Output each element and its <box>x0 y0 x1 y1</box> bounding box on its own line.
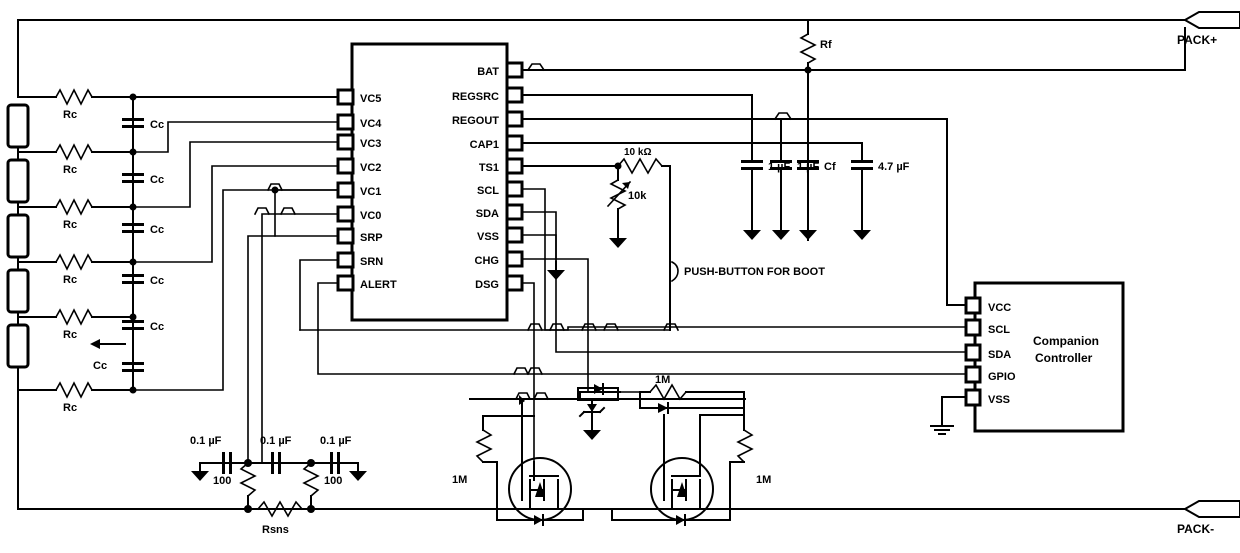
ic-pin-regout: REGOUT <box>452 115 499 127</box>
cc-label-0: Cc <box>150 119 164 131</box>
cc-label-3: Cc <box>150 275 164 287</box>
ic-pin-vc0: VC0 <box>360 210 381 222</box>
ic-pin-vc3: VC3 <box>360 138 381 150</box>
ic-pin-vss: VSS <box>477 231 499 243</box>
ic-pin-bat: BAT <box>477 66 499 78</box>
sense-filter-network: 0.1 µF 0.1 µF 0.1 µF 100 100 Rsns <box>190 435 368 536</box>
rc-label-0: Rc <box>63 109 77 121</box>
ic-vss-gnd <box>521 234 566 281</box>
cell-balance-network: Rc Rc Rc Rc Rc Rc Cc Cc Cc Cc Cc Cc <box>17 88 353 414</box>
gate-resistor-mid-label: 1M <box>655 374 670 386</box>
ic-pin-vc5: VC5 <box>360 93 381 105</box>
ic-pin-srp: SRP <box>360 232 383 244</box>
companion-pin-vss: VSS <box>988 394 1010 406</box>
cc-label-4: Cc <box>150 321 164 333</box>
ic-pin-dsg: DSG <box>475 279 499 291</box>
ic-pin-chg: CHG <box>475 255 499 267</box>
cc-cap-1: Cc <box>122 173 164 186</box>
rc-label-1: Rc <box>63 164 77 176</box>
companion-pin-sda: SDA <box>988 349 1011 361</box>
cc-cap-2: Cc <box>122 223 164 236</box>
schematic-canvas: PACK+ PACK- Rc Rc Rc Rc Rc Rc Cc Cc Cc C… <box>0 0 1240 553</box>
pack-plus-connector: PACK+ <box>1177 11 1240 47</box>
rc-label-2: Rc <box>63 219 77 231</box>
companion-pin-vcc: VCC <box>988 302 1011 314</box>
rc-label-3: Rc <box>63 274 77 286</box>
ic-pin-vc1: VC1 <box>360 186 381 198</box>
cap-regsrc: 1 µF <box>741 160 791 241</box>
cc-label-5: Cc <box>93 360 107 372</box>
cap-cap1: 4.7 µF <box>851 160 910 241</box>
cap-sense-label-0: 0.1 µF <box>190 435 222 447</box>
rf-label: Rf <box>820 39 832 51</box>
resistor-sense-0: 100 <box>213 461 257 513</box>
resistor-sense-label-1: 100 <box>324 475 342 487</box>
main-ic: VC5 VC4 VC3 VC2 VC1 VC0 SRP SRN ALERT BA… <box>336 42 524 322</box>
ic-pin-sda: SDA <box>476 208 499 220</box>
cap-sense-1: 0.1 µF <box>260 435 292 474</box>
resistor-sense-label-0: 100 <box>213 475 231 487</box>
companion-pin-scl: SCL <box>988 324 1010 336</box>
battery-cell-stack <box>6 103 30 391</box>
cap-cap1-label: 4.7 µF <box>878 161 910 173</box>
cc-cap-3: Cc <box>122 274 164 287</box>
ic-pin-vc2: VC2 <box>360 162 381 174</box>
pack-minus-connector: PACK- <box>1177 500 1240 536</box>
cap-sense-label-1: 0.1 µF <box>260 435 292 447</box>
pack-plus-rail <box>17 19 1186 98</box>
ic-pin-srn: SRN <box>360 256 383 268</box>
companion-name-line1: Companion <box>1033 334 1099 348</box>
rsns: Rsns <box>256 500 304 536</box>
ic-pin-alert: ALERT <box>360 279 397 291</box>
rc-label-4: Rc <box>63 329 77 341</box>
ic-pin-cap1: CAP1 <box>470 139 499 151</box>
companion-name-line2: Controller <box>1035 351 1093 365</box>
push-button-boot[interactable]: PUSH-BUTTON FOR BOOT <box>669 254 825 289</box>
regsrc-net: 1 µF <box>521 94 791 241</box>
cc-label-1: Cc <box>150 174 164 186</box>
rsns-label: Rsns <box>262 524 289 536</box>
ts-pullup-label: 10 kΩ <box>624 147 651 158</box>
sense-routing <box>247 183 339 464</box>
ic-pin-vc4: VC4 <box>360 118 382 130</box>
resistor-sense-1: 100 <box>302 461 342 513</box>
ic-pin-regsrc: REGSRC <box>452 91 499 103</box>
schematic-svg: PACK+ PACK- Rc Rc Rc Rc Rc Rc Cc Cc Cc C… <box>6 11 1240 536</box>
pack-plus-label: PACK+ <box>1177 33 1217 47</box>
gate-clamp-network: 1M <box>577 374 745 441</box>
cc-cap-0: Cc <box>122 118 164 131</box>
rc-label-5: Rc <box>63 402 77 414</box>
cap-cf-label: Cf <box>824 161 836 173</box>
ic-pin-ts1: TS1 <box>479 162 499 174</box>
cap1-net: 4.7 µF <box>521 142 910 241</box>
push-button-label: PUSH-BUTTON FOR BOOT <box>684 266 825 278</box>
companion-pin-gpio: GPIO <box>988 371 1016 383</box>
cc-label-2: Cc <box>150 224 164 236</box>
companion-controller: VCC SCL SDA GPIO VSS Companion Controlle… <box>930 281 1125 435</box>
ic-pin-scl: SCL <box>477 185 499 197</box>
gate-resistor-dsg-label: 1M <box>452 474 467 486</box>
gate-resistor-chg-label: 1M <box>756 474 771 486</box>
cc-cap-4: Cc <box>122 320 164 333</box>
cap-sense-label-2: 0.1 µF <box>320 435 352 447</box>
cc-cap-5: Cc <box>90 339 144 372</box>
thermistor-label: 10k <box>628 190 647 202</box>
pack-minus-label: PACK- <box>1177 522 1214 536</box>
